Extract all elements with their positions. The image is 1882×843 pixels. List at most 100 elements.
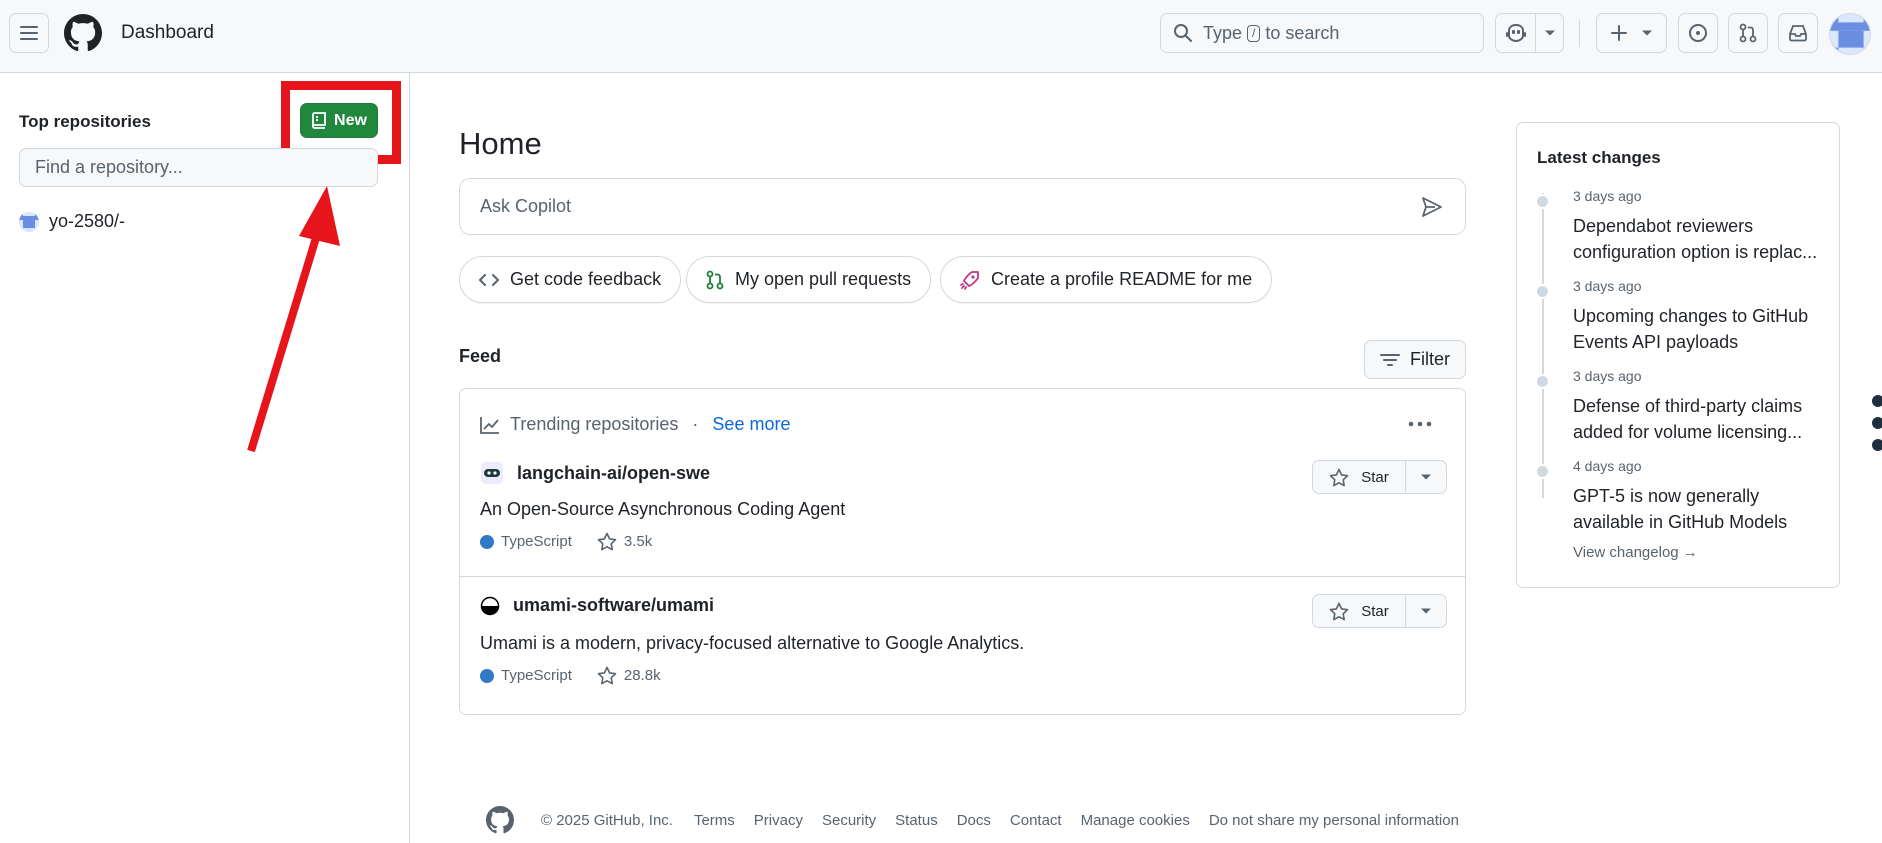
star-button-group: Star	[1312, 594, 1447, 628]
repo-meta: TypeScript 28.8k	[480, 666, 661, 685]
star-button[interactable]: Star	[1312, 460, 1406, 494]
sidebar-repo-item[interactable]: yo-2580/-	[19, 211, 125, 232]
trending-label: Trending repositories	[510, 414, 679, 434]
star-icon	[597, 532, 617, 551]
footer-link-status[interactable]: Status	[895, 812, 938, 829]
graph-icon	[480, 416, 499, 434]
trending-header: Trending repositories · See more	[480, 414, 790, 435]
home-title: Home	[459, 126, 542, 161]
pull-requests-button[interactable]	[1728, 13, 1768, 53]
avatar	[19, 211, 39, 232]
star-icon	[597, 666, 617, 685]
umami-logo-icon	[480, 596, 500, 615]
view-changelog-link[interactable]: View changelog →	[1573, 544, 1698, 561]
sidebar	[0, 73, 410, 843]
header-divider	[1579, 20, 1580, 47]
code-icon	[479, 273, 499, 286]
change-link[interactable]: GPT-5 is now generally available in GitH…	[1573, 483, 1827, 535]
star-button-group: Star	[1312, 460, 1447, 494]
star-label: Star	[1361, 468, 1389, 486]
search-shortcut-key: /	[1247, 24, 1261, 42]
user-avatar[interactable]	[1829, 13, 1871, 55]
create-new-button[interactable]	[1596, 13, 1667, 53]
chevron-down-icon	[1421, 474, 1431, 480]
issue-icon	[1689, 24, 1707, 42]
chevron-down-icon	[1421, 608, 1431, 614]
copilot-dropdown-button[interactable]	[1535, 13, 1564, 53]
repo-description: An Open-Source Asynchronous Coding Agent	[480, 499, 846, 519]
change-link[interactable]: Upcoming changes to GitHub Events API pa…	[1573, 303, 1827, 355]
trending-feed-card: Trending repositories · See more langcha…	[459, 388, 1466, 715]
repo-stars[interactable]: 28.8k	[624, 667, 661, 684]
chip-open-pull-requests[interactable]: My open pull requests	[686, 256, 932, 303]
repo-link[interactable]: langchain-ai/open-swe	[480, 461, 710, 485]
footer-link-docs[interactable]: Docs	[957, 812, 991, 829]
inbox-button[interactable]	[1778, 13, 1818, 53]
filter-icon	[1380, 353, 1400, 366]
latest-changes-panel: Latest changes 3 days ago Dependabot rev…	[1516, 122, 1840, 588]
footer-link-do-not-share[interactable]: Do not share my personal information	[1209, 812, 1459, 829]
github-logo-icon[interactable]	[486, 806, 514, 834]
chevron-down-icon	[1544, 30, 1555, 36]
language-color-dot	[480, 534, 494, 549]
latest-changes-title: Latest changes	[1537, 148, 1661, 167]
star-list-dropdown[interactable]	[1406, 594, 1447, 628]
pull-request-icon	[1739, 23, 1757, 43]
star-label: Star	[1361, 602, 1389, 620]
chip-profile-readme[interactable]: Create a profile README for me	[940, 256, 1273, 303]
repo-stars[interactable]: 3.5k	[624, 533, 652, 550]
see-more-link[interactable]: See more	[712, 414, 790, 435]
footer-link-privacy[interactable]: Privacy	[754, 812, 803, 829]
footer-link-security[interactable]: Security	[822, 812, 876, 829]
footer-link-terms[interactable]: Terms	[694, 812, 735, 829]
copilot-button[interactable]	[1495, 13, 1536, 53]
search-icon	[1174, 24, 1192, 42]
footer-link-manage-cookies[interactable]: Manage cookies	[1081, 812, 1190, 829]
identicon-icon	[1830, 14, 1870, 54]
change-link[interactable]: Defense of third-party claims added for …	[1573, 393, 1827, 445]
scroll-indicator-icon	[1872, 395, 1882, 451]
repo-name: langchain-ai/open-swe	[517, 462, 711, 483]
chevron-down-icon	[1641, 30, 1652, 36]
hamburger-icon	[20, 26, 38, 40]
search-prefix: Type	[1203, 22, 1243, 43]
more-options-icon[interactable]	[1408, 421, 1432, 427]
find-repository-input[interactable]: Find a repository...	[19, 148, 378, 187]
repo-description: Umami is a modern, privacy-focused alter…	[480, 633, 1025, 653]
top-header: Dashboard Type / to search	[0, 0, 1882, 73]
timeline-dot	[1535, 194, 1550, 209]
send-icon[interactable]	[1421, 196, 1443, 218]
trending-repo-row: langchain-ai/open-swe An Open-Source Asy…	[460, 443, 1465, 581]
plus-icon	[1610, 25, 1627, 41]
menu-button[interactable]	[9, 13, 49, 53]
change-date: 3 days ago	[1573, 278, 1642, 294]
change-link[interactable]: Dependabot reviewers configuration optio…	[1573, 213, 1827, 265]
star-icon	[1329, 468, 1349, 486]
issues-button[interactable]	[1678, 13, 1718, 53]
change-date: 4 days ago	[1573, 458, 1642, 474]
chip-label: Get code feedback	[510, 269, 662, 289]
star-icon	[1329, 602, 1349, 620]
repo-link[interactable]: umami-software/umami	[480, 595, 714, 616]
chip-label: Create a profile README for me	[991, 269, 1253, 289]
rocket-icon	[960, 270, 979, 290]
pull-request-icon	[706, 270, 724, 289]
timeline-dot	[1535, 284, 1550, 299]
footer-link-contact[interactable]: Contact	[1010, 812, 1062, 829]
filter-button[interactable]: Filter	[1364, 340, 1466, 379]
page-title[interactable]: Dashboard	[121, 22, 214, 44]
star-button[interactable]: Star	[1312, 594, 1406, 628]
ask-copilot-input[interactable]: Ask Copilot	[459, 178, 1466, 235]
footer-copyright: © 2025 GitHub, Inc.	[541, 811, 673, 829]
global-search[interactable]: Type / to search	[1160, 13, 1484, 53]
github-logo-icon[interactable]	[64, 14, 102, 57]
top-repositories-title: Top repositories	[19, 112, 151, 131]
repo-name: umami-software/umami	[513, 595, 715, 615]
ask-copilot-placeholder: Ask Copilot	[480, 196, 572, 216]
chip-code-feedback[interactable]: Get code feedback	[459, 256, 682, 303]
timeline-line	[1542, 193, 1544, 498]
timeline-dot	[1535, 464, 1550, 479]
footer: © 2025 GitHub, Inc. Terms Privacy Securi…	[486, 806, 1459, 834]
star-list-dropdown[interactable]	[1406, 460, 1447, 494]
trending-repo-row: umami-software/umami Umami is a modern, …	[460, 576, 1465, 714]
